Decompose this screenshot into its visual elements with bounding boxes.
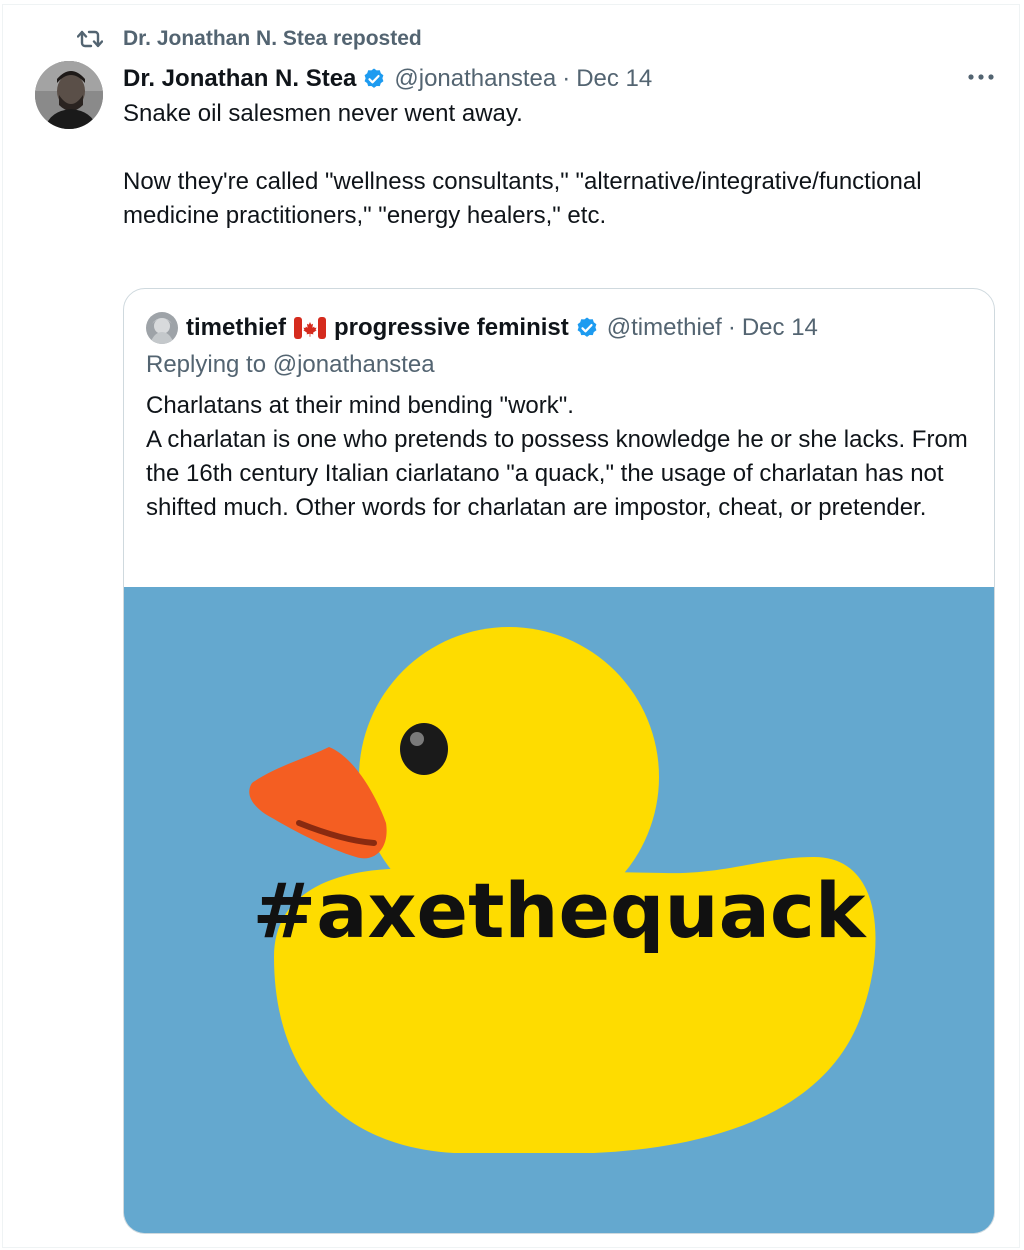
quoted-tweet-date[interactable]: Dec 14 xyxy=(742,314,818,342)
author-avatar[interactable] xyxy=(35,61,103,129)
author-handle[interactable]: @jonathanstea xyxy=(394,65,556,93)
tweet-text: Snake oil salesmen never went away. Now … xyxy=(123,97,963,233)
verified-badge-icon xyxy=(362,67,386,91)
hashtag-text: #axethequack xyxy=(253,866,867,955)
quoted-author-name[interactable]: timethief xyxy=(186,314,286,342)
more-icon[interactable] xyxy=(965,63,997,91)
quoted-author-suffix[interactable]: progressive feminist xyxy=(334,314,569,342)
author-name[interactable]: Dr. Jonathan N. Stea xyxy=(123,65,356,93)
verified-badge-icon xyxy=(575,316,599,340)
repost-icon xyxy=(77,30,103,48)
tweet-text-paragraph: Now they're called "wellness consultants… xyxy=(123,168,922,229)
quoted-tweet-text: Charlatans at their mind bending "work".… xyxy=(146,389,986,525)
tweet-text-line: Snake oil salesmen never went away. xyxy=(123,100,523,127)
tweet-card[interactable]: Dr. Jonathan N. Stea reposted Dr. Jonath… xyxy=(2,4,1020,1248)
header-separator: · xyxy=(562,65,571,92)
rubber-duck-image: #axethequack xyxy=(124,587,994,1233)
quoted-author-handle[interactable]: @timethief xyxy=(607,314,722,342)
repost-label: Dr. Jonathan N. Stea reposted xyxy=(123,27,422,50)
tweet-date[interactable]: Dec 14 xyxy=(576,65,652,93)
quoted-tweet-image[interactable]: #axethequack xyxy=(124,587,994,1233)
quoted-text-line: Charlatans at their mind bending "work". xyxy=(146,392,574,419)
quoted-author-avatar[interactable] xyxy=(146,312,178,344)
quoted-tweet[interactable]: timethief progressive feminist @timethie… xyxy=(123,288,995,1234)
repost-context[interactable]: Dr. Jonathan N. Stea reposted xyxy=(77,25,422,53)
quoted-header-separator: · xyxy=(727,314,736,341)
quoted-text-paragraph: A charlatan is one who pretends to posse… xyxy=(146,426,968,521)
canada-flag-icon xyxy=(294,317,327,339)
replying-to[interactable]: Replying to @jonathanstea xyxy=(146,351,435,379)
quoted-tweet-header: timethief progressive feminist @timethie… xyxy=(146,311,818,345)
tweet-header: Dr. Jonathan N. Stea @jonathanstea · Dec… xyxy=(123,61,652,97)
